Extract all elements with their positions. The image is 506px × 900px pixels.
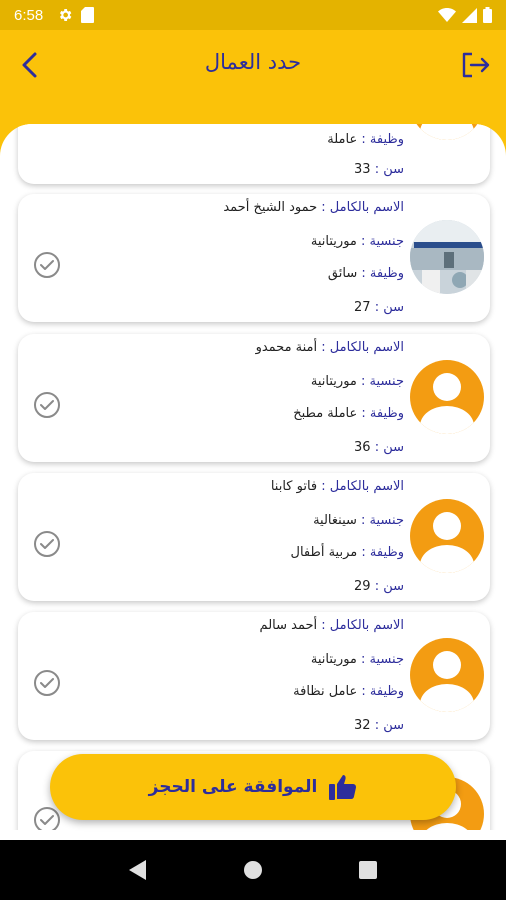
worker-age: سن : 33 — [354, 162, 404, 177]
nav-home-button[interactable] — [233, 850, 273, 890]
worker-card-partial[interactable]: وظيفة : عاملة سن : 33 — [18, 124, 490, 184]
worker-card[interactable]: الاسم بالكامل : أحمد سالم جنسية : موريتا… — [18, 612, 490, 740]
worker-age: سن : 36 — [354, 440, 404, 455]
worker-nationality: جنسية : موريتانية — [310, 652, 404, 667]
gear-icon — [60, 9, 72, 21]
check-icon — [40, 400, 54, 410]
thumbs-up-icon — [329, 775, 357, 800]
confirm-booking-label: الموافقة على الحجز — [148, 777, 318, 797]
check-icon — [40, 815, 54, 825]
nav-home-icon — [243, 861, 262, 879]
worker-name: الاسم بالكامل : أحمد سالم — [259, 618, 404, 633]
wifi-icon — [438, 8, 456, 22]
worker-nationality: جنسية : موريتانية — [310, 374, 404, 389]
select-checkbox[interactable] — [34, 252, 60, 278]
status-time: 6:58 — [14, 6, 44, 24]
worker-job: وظيفة : عاملة — [327, 132, 404, 147]
select-checkbox[interactable] — [34, 531, 60, 557]
worker-card[interactable]: الاسم بالكامل : أمنة محمدو جنسية : موريت… — [18, 334, 490, 462]
worker-card[interactable]: الاسم بالكامل : فاتو كابنا جنسية : سينغا… — [18, 473, 490, 601]
status-right-icons — [438, 7, 492, 23]
select-checkbox[interactable] — [34, 392, 60, 418]
check-icon — [40, 539, 54, 549]
worker-name: الاسم بالكامل : حمود الشيخ أحمد — [223, 200, 404, 215]
nav-recents-icon — [359, 861, 378, 879]
logout-button[interactable] — [460, 50, 492, 80]
sim-card-icon — [81, 7, 95, 23]
nav-recents-button[interactable] — [348, 850, 388, 890]
system-nav-bar — [0, 840, 506, 900]
avatar — [410, 638, 484, 712]
page-title: حدد العمال — [204, 50, 302, 74]
worker-name: الاسم بالكامل : فاتو كابنا — [270, 479, 404, 494]
select-checkbox[interactable] — [34, 670, 60, 696]
worker-job: وظيفة : سائق — [327, 266, 404, 281]
worker-job: وظيفة : مربية أطفال — [290, 545, 404, 560]
worker-age: سن : 27 — [354, 300, 404, 315]
status-bar: 6:58 — [0, 0, 506, 30]
nav-back-button[interactable] — [118, 850, 158, 890]
workers-list: وظيفة : عاملة سن : 33 الاسم بالكامل: حم… — [0, 124, 506, 830]
worker-name: الاسم بالكامل : أمنة محمدو — [255, 340, 404, 355]
signal-icon — [462, 7, 477, 23]
worker-photo — [410, 220, 484, 294]
battery-icon — [483, 7, 492, 23]
nav-back-icon — [128, 860, 146, 880]
worker-age: سن : 29 — [354, 579, 404, 594]
confirm-booking-button[interactable]: الموافقة على الحجز — [50, 754, 456, 820]
avatar-photo — [410, 220, 484, 294]
check-icon — [40, 260, 54, 270]
screen: 6:58 حدد العمال وظيفة : عاملة سن : 33 ال… — [0, 0, 506, 900]
worker-job: وظيفة : عامل نظافة — [293, 684, 404, 699]
avatar — [410, 499, 484, 573]
worker-nationality: جنسية : سينغالية — [313, 513, 404, 528]
worker-job: وظيفة : عاملة مطبخ — [293, 406, 404, 421]
worker-nationality: جنسية : موريتانية — [310, 234, 404, 249]
worker-age: سن : 32 — [354, 718, 404, 733]
status-left-icons — [57, 7, 95, 23]
select-checkbox[interactable] — [34, 807, 60, 830]
worker-card[interactable]: الاسم بالكامل : حمود الشيخ أحمد جنسية : … — [18, 194, 490, 322]
avatar — [410, 360, 484, 434]
logout-icon — [462, 52, 490, 78]
check-icon — [40, 678, 54, 688]
avatar — [410, 124, 484, 140]
